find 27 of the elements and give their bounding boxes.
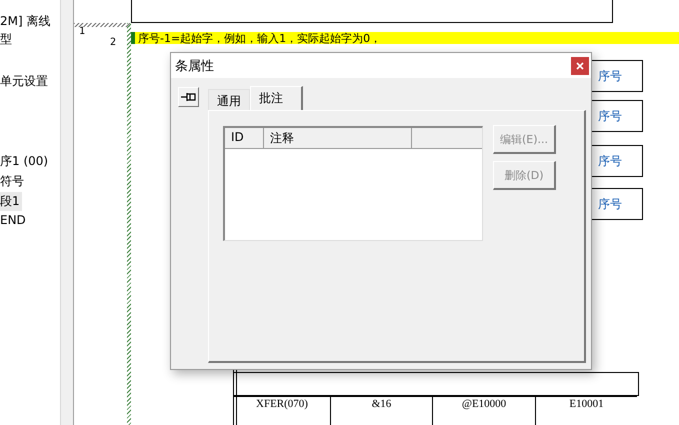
operand-label: 序号 [598,68,622,85]
tree-item[interactable]: 段1 [0,192,22,211]
pin-button[interactable] [178,87,199,107]
instruction-cell: @E10000 [432,396,535,425]
tree-item[interactable]: 型 [0,30,14,49]
dialog-title: 条属性 [175,58,214,74]
tree-item[interactable]: 2M] 离线 [0,12,52,31]
pushpin-icon [180,92,196,102]
close-button[interactable] [571,56,589,74]
operand-label: 序号 [598,196,622,213]
rung-comment: 序号-1=起始字，例如，输入1，实际起始字为0， [131,32,679,44]
tab[interactable]: 通用 [208,89,250,111]
line-number: 2 [110,37,116,48]
tree-item[interactable]: 序1 (00) [0,152,50,171]
line-number: 1 [79,26,86,37]
instruction-cell: &16 [330,396,432,425]
column-header[interactable]: 注释 [264,128,412,148]
tree-item[interactable]: 符号 [0,172,26,191]
column-header[interactable]: ID [225,128,264,148]
tree-item[interactable]: END [0,212,28,228]
operand-label: 序号 [598,108,622,125]
operand-label: 序号 [598,153,622,170]
instruction-cell: XFER(070) [233,396,330,425]
tab[interactable]: 批注 [250,86,303,111]
close-icon [576,62,584,70]
instruction-cell: E10001 [535,396,637,425]
tree-item[interactable]: 单元设置 [0,72,50,91]
